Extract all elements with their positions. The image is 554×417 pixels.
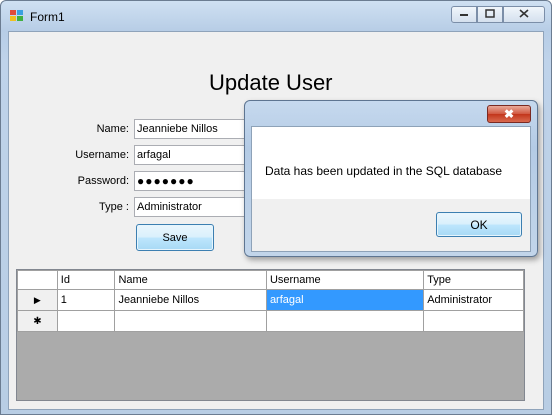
ok-button[interactable]: OK <box>436 212 522 237</box>
table-row[interactable]: ▶ 1 Jeanniebe Nillos arfagal Administrat… <box>17 289 524 311</box>
current-row-indicator[interactable]: ▶ <box>17 289 58 311</box>
minimize-icon <box>459 9 469 20</box>
cell-username[interactable]: arfagal <box>265 289 425 311</box>
title-bar[interactable]: Form1 <box>1 1 551 31</box>
maximize-icon <box>485 8 495 21</box>
page-title: Update User <box>209 70 333 95</box>
cell-type[interactable]: Administrator <box>423 289 524 311</box>
new-cell-id[interactable] <box>56 310 116 332</box>
dialog-close-button[interactable]: ✖ <box>487 105 531 123</box>
close-button[interactable] <box>503 6 545 23</box>
app-icon <box>10 10 24 22</box>
column-header-type[interactable]: Type <box>423 270 524 290</box>
maximize-button[interactable] <box>477 6 503 23</box>
new-row[interactable]: ✱ <box>17 310 524 332</box>
column-header-name[interactable]: Name <box>114 270 267 290</box>
close-icon <box>519 8 529 21</box>
type-label: Type : <box>99 201 129 213</box>
users-data-grid[interactable]: Id Name Username Type ▶ 1 Jeanniebe Nill… <box>16 269 525 401</box>
name-field[interactable]: Jeanniebe Nillos <box>134 119 254 139</box>
dialog-message: Data has been updated in the SQL databas… <box>265 164 503 178</box>
new-cell-type[interactable] <box>423 310 524 332</box>
password-field[interactable]: ●●●●●●● <box>134 171 254 191</box>
dialog-body: Data has been updated in the SQL databas… <box>251 126 531 252</box>
new-cell-username[interactable] <box>265 310 425 332</box>
new-cell-name[interactable] <box>114 310 267 332</box>
username-label: Username: <box>75 149 129 161</box>
minimize-button[interactable] <box>451 6 477 23</box>
cell-name[interactable]: Jeanniebe Nillos <box>114 289 267 311</box>
cell-id[interactable]: 1 <box>56 289 116 311</box>
grid-corner-header[interactable] <box>17 270 58 290</box>
window-title: Form1 <box>30 10 65 24</box>
grid-header-row: Id Name Username Type <box>17 270 524 290</box>
save-button[interactable]: Save <box>136 224 214 251</box>
caption-buttons <box>451 6 545 23</box>
dialog-footer: OK <box>252 199 530 251</box>
type-field[interactable]: Administrator <box>134 197 254 217</box>
new-row-indicator[interactable]: ✱ <box>17 310 58 332</box>
grid-table: Id Name Username Type ▶ 1 Jeanniebe Nill… <box>17 270 524 332</box>
column-header-id[interactable]: Id <box>56 270 116 290</box>
password-label: Password: <box>77 175 129 187</box>
message-dialog: ✖ Data has been updated in the SQL datab… <box>244 100 538 257</box>
name-label: Name: <box>96 123 129 135</box>
column-header-username[interactable]: Username <box>265 270 425 290</box>
username-field[interactable]: arfagal <box>134 145 254 165</box>
close-icon: ✖ <box>503 107 515 121</box>
